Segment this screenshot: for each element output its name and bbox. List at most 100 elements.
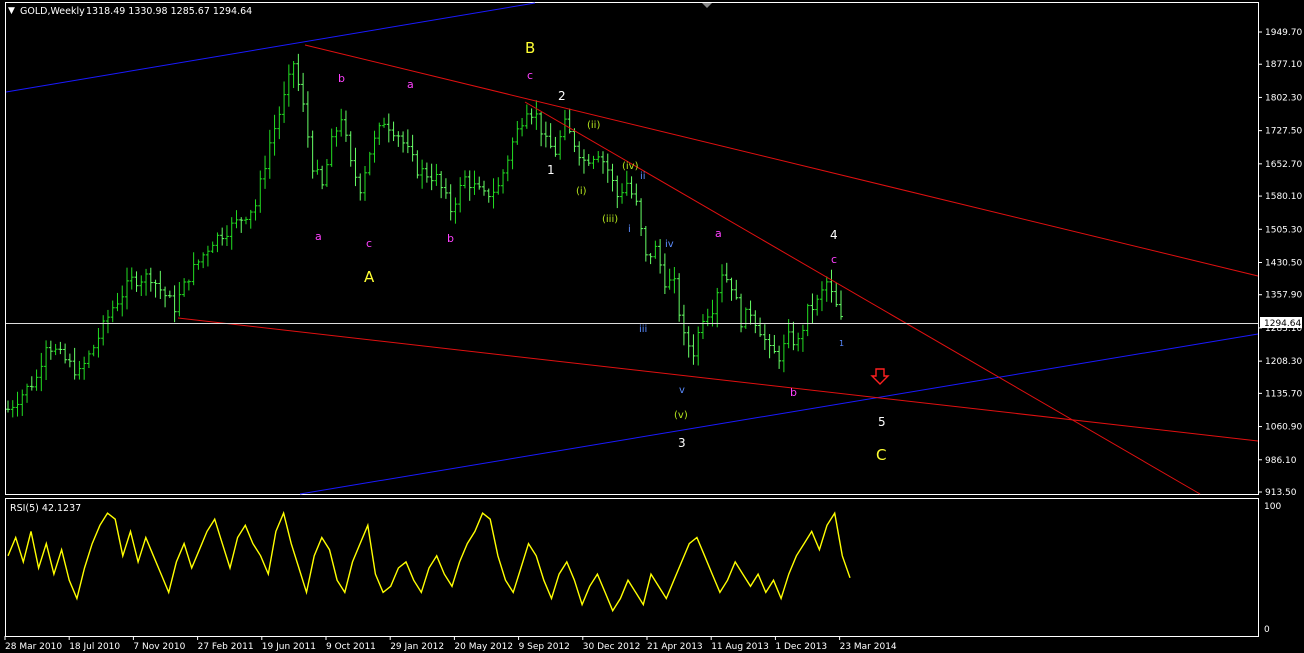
lower-trend-line-red[interactable] bbox=[177, 317, 1259, 442]
price-bar bbox=[543, 121, 548, 148]
time-axis-label: 1 Dec 2013 bbox=[775, 642, 827, 652]
price-bar bbox=[777, 345, 782, 369]
price-bar bbox=[258, 170, 263, 213]
price-bar bbox=[767, 333, 772, 359]
price-bar bbox=[434, 163, 439, 186]
price-axis-label: 986.10 bbox=[1265, 456, 1297, 466]
price-bar bbox=[215, 232, 220, 253]
wave-label-B: B bbox=[525, 39, 535, 57]
price-bar bbox=[420, 159, 425, 189]
price-bar bbox=[120, 285, 125, 317]
price-bar bbox=[153, 279, 158, 298]
price-bar bbox=[553, 136, 558, 157]
price-bar bbox=[229, 217, 234, 250]
price-bar bbox=[296, 53, 301, 92]
price-bar bbox=[762, 324, 767, 350]
price-bar bbox=[339, 108, 344, 137]
price-bar bbox=[277, 106, 282, 140]
wave-label-i: i bbox=[628, 224, 631, 235]
price-bar bbox=[601, 151, 605, 174]
price-bar bbox=[115, 292, 120, 312]
price-bar bbox=[501, 169, 506, 194]
chart-shift-marker[interactable] bbox=[702, 3, 712, 8]
price-bar bbox=[491, 178, 496, 209]
price-axis-label: 1949.70 bbox=[1265, 28, 1302, 38]
price-bar bbox=[63, 343, 68, 364]
price-bar bbox=[139, 275, 144, 296]
price-bar bbox=[724, 262, 729, 283]
price-bar bbox=[429, 163, 434, 191]
price-bar bbox=[520, 117, 525, 137]
price-bar bbox=[382, 117, 387, 128]
price-bar bbox=[796, 332, 801, 352]
price-bar bbox=[443, 178, 448, 199]
wave-label-(iii): (iii) bbox=[602, 214, 618, 225]
price-bar bbox=[686, 326, 691, 358]
time-axis-label: 20 May 2012 bbox=[454, 642, 513, 652]
price-bar bbox=[67, 353, 72, 368]
price-bar bbox=[129, 267, 134, 290]
wave-label-v: v bbox=[679, 385, 685, 396]
price-bar bbox=[681, 304, 686, 346]
wave-label-c: c bbox=[831, 253, 837, 266]
price-bar bbox=[58, 341, 63, 355]
current-price-tag: 1294.64 bbox=[1260, 317, 1302, 329]
price-bar bbox=[439, 171, 444, 199]
time-axis-label: 11 Aug 2013 bbox=[711, 642, 769, 652]
price-bar bbox=[363, 166, 367, 201]
price-bar bbox=[220, 227, 225, 246]
price-bar bbox=[101, 315, 106, 346]
price-bar bbox=[482, 180, 486, 196]
price-bar bbox=[291, 61, 296, 89]
price-bar bbox=[177, 282, 182, 317]
price-bar bbox=[6, 400, 10, 413]
price-bar bbox=[815, 294, 820, 316]
price-bar bbox=[653, 240, 658, 259]
price-bar bbox=[586, 154, 591, 166]
wave-label-b: b bbox=[338, 72, 345, 85]
price-axis-label: 1357.90 bbox=[1265, 291, 1302, 301]
price-axis: 1949.70 1877.10 1802.30 1727.50 1652.70 1580.… bbox=[1258, 28, 1302, 498]
wave-label-a: a bbox=[315, 230, 322, 243]
price-bar bbox=[539, 112, 544, 147]
price-bar bbox=[186, 279, 191, 291]
price-bar bbox=[201, 252, 206, 269]
price-bar bbox=[272, 114, 277, 156]
price-bar bbox=[301, 72, 306, 113]
price-bar bbox=[224, 225, 229, 247]
wave-label-b: b bbox=[790, 386, 797, 399]
price-bar bbox=[615, 175, 620, 209]
price-bar bbox=[577, 141, 582, 166]
price-bar bbox=[696, 326, 701, 366]
chart-svg[interactable]: ▼ GOLD,Weekly 1318.49 1330.98 1285.67 12… bbox=[0, 0, 1304, 653]
price-bar bbox=[648, 253, 653, 265]
price-bar bbox=[77, 360, 82, 380]
price-bar bbox=[639, 198, 644, 237]
price-bar bbox=[710, 299, 715, 327]
price-bar bbox=[86, 350, 91, 369]
wave-label-ii: ii bbox=[640, 171, 646, 182]
wave-label-a: a bbox=[407, 78, 414, 91]
ohlc-readout: 1318.49 1330.98 1285.67 1294.64 bbox=[86, 6, 252, 17]
price-axis-label: 1727.50 bbox=[1265, 127, 1302, 137]
time-axis: 28 Mar 2010 18 Jul 2010 7 Nov 2010 27 Feb 2… bbox=[4, 636, 897, 652]
price-bar bbox=[144, 268, 149, 296]
price-bar bbox=[396, 131, 401, 147]
price-bar bbox=[548, 123, 553, 149]
price-bar bbox=[610, 163, 615, 192]
price-bar bbox=[415, 150, 420, 179]
price-bar bbox=[677, 273, 682, 322]
price-bar bbox=[53, 343, 58, 356]
price-bar bbox=[486, 188, 491, 203]
price-bar bbox=[72, 347, 77, 380]
price-bar bbox=[515, 120, 520, 145]
wave-label-5: 5 bbox=[878, 415, 886, 429]
chart-window[interactable]: { "window": { "menu_arrow": "▼", "title_… bbox=[0, 0, 1304, 653]
price-bar bbox=[510, 137, 515, 170]
price-bar bbox=[191, 252, 196, 286]
price-bar bbox=[800, 324, 805, 352]
menu-arrow-icon[interactable]: ▼ bbox=[8, 6, 15, 16]
price-bar bbox=[496, 177, 501, 195]
price-bar bbox=[758, 317, 763, 337]
price-bar bbox=[529, 108, 534, 125]
